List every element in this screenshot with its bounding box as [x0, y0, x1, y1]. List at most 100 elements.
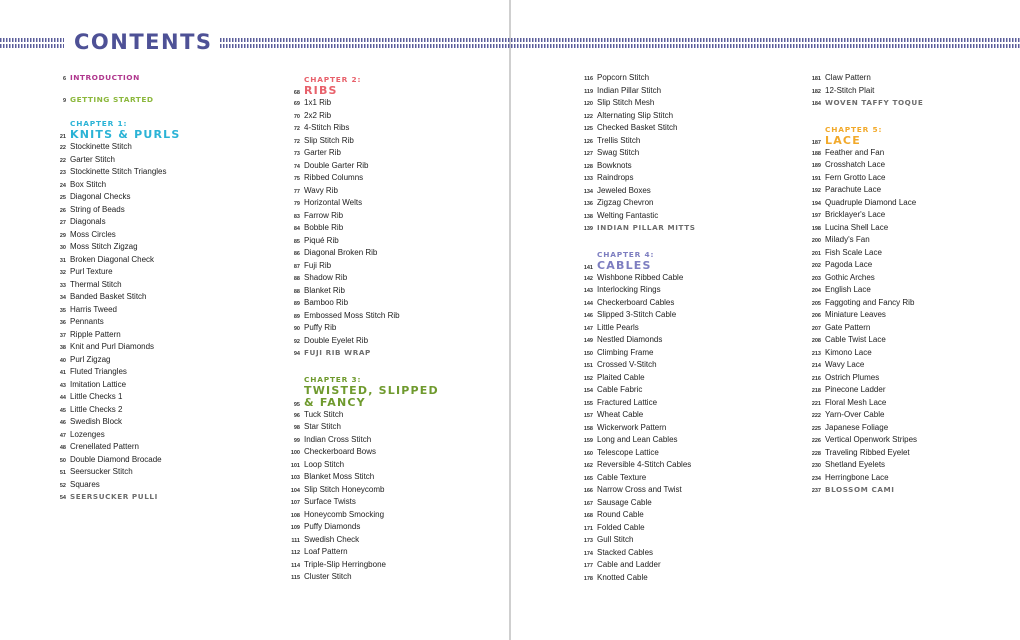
toc-entry[interactable]: 234 Herringbone Lace	[803, 472, 1020, 485]
toc-entry[interactable]: 136 Zigzag Chevron	[575, 197, 795, 210]
toc-entry[interactable]: 201 Fish Scale Lace	[803, 247, 1020, 260]
toc-entry[interactable]: 202 Pagoda Lace	[803, 259, 1020, 272]
chapter-1-heading[interactable]: CHAPTER 1: 21 KNITS & PURLS	[48, 118, 268, 141]
toc-entry[interactable]: 122 Alternating Slip Stitch	[575, 110, 795, 123]
toc-entry[interactable]: 33 Thermal Stitch	[48, 279, 268, 292]
toc-entry[interactable]: 147 Little Pearls	[575, 322, 795, 335]
chapter-3-heading[interactable]: CHAPTER 3: TWISTED, SLIPPED 95 & FANCY	[282, 374, 502, 409]
toc-entry[interactable]: 104 Slip Stitch Honeycomb	[282, 484, 502, 497]
toc-entry[interactable]: 197 Bricklayer's Lace	[803, 209, 1020, 222]
toc-entry[interactable]: 40 Purl Zigzag	[48, 354, 268, 367]
toc-entry[interactable]: 45 Little Checks 2	[48, 404, 268, 417]
toc-entry[interactable]: 159 Long and Lean Cables	[575, 434, 795, 447]
toc-entry[interactable]: 88 Shadow Rib	[282, 272, 502, 285]
toc-entry[interactable]: 115 Cluster Stitch	[282, 571, 502, 584]
toc-entry-project[interactable]: 139 INDIAN PILLAR MITTS	[575, 222, 795, 235]
toc-entry[interactable]: 221 Floral Mesh Lace	[803, 397, 1020, 410]
toc-entry[interactable]: 155 Fractured Lattice	[575, 397, 795, 410]
toc-entry[interactable]: 29 Moss Circles	[48, 229, 268, 242]
toc-entry[interactable]: 72 4-Stitch Ribs	[282, 122, 502, 135]
toc-entry[interactable]: 200 Milady's Fan	[803, 234, 1020, 247]
toc-entry[interactable]: 114 Triple-Slip Herringbone	[282, 559, 502, 572]
toc-entry[interactable]: 149 Nestled Diamonds	[575, 334, 795, 347]
toc-entry[interactable]: 171 Folded Cable	[575, 522, 795, 535]
toc-entry[interactable]: 177 Cable and Ladder	[575, 559, 795, 572]
toc-entry[interactable]: 89 Bamboo Rib	[282, 297, 502, 310]
toc-entry[interactable]: 51 Seersucker Stitch	[48, 466, 268, 479]
toc-entry[interactable]: 207 Gate Pattern	[803, 322, 1020, 335]
toc-entry[interactable]: 228 Traveling Ribbed Eyelet	[803, 447, 1020, 460]
toc-entry[interactable]: 86 Diagonal Broken Rib	[282, 247, 502, 260]
toc-entry[interactable]: 181 Claw Pattern	[803, 72, 1020, 85]
toc-entry[interactable]: 27 Diagonals	[48, 216, 268, 229]
toc-entry[interactable]: 38 Knit and Purl Diamonds	[48, 341, 268, 354]
toc-entry[interactable]: 189 Crosshatch Lace	[803, 159, 1020, 172]
toc-entry[interactable]: 188 Feather and Fan	[803, 147, 1020, 160]
toc-entry[interactable]: 73 Garter Rib	[282, 147, 502, 160]
toc-entry-project[interactable]: 54 SEERSUCKER PULLI	[48, 491, 268, 504]
toc-entry[interactable]: 52 Squares	[48, 479, 268, 492]
toc-entry[interactable]: 111 Swedish Check	[282, 534, 502, 547]
toc-entry[interactable]: 96 Tuck Stitch	[282, 409, 502, 422]
chapter-5-heading[interactable]: CHAPTER 5: 187 LACE	[803, 124, 1020, 147]
toc-entry[interactable]: 214 Wavy Lace	[803, 359, 1020, 372]
toc-entry[interactable]: 225 Japanese Foliage	[803, 422, 1020, 435]
toc-entry[interactable]: 160 Telescope Lattice	[575, 447, 795, 460]
toc-entry[interactable]: 230 Shetland Eyelets	[803, 459, 1020, 472]
toc-entry[interactable]: 206 Miniature Leaves	[803, 309, 1020, 322]
toc-entry[interactable]: 158 Wickerwork Pattern	[575, 422, 795, 435]
toc-entry-getting-started[interactable]: 9 GETTING STARTED	[48, 94, 268, 116]
toc-entry[interactable]: 88 Blanket Rib	[282, 285, 502, 298]
toc-entry[interactable]: 222 Yarn-Over Cable	[803, 409, 1020, 422]
toc-entry-project[interactable]: 94 FUJI RIB WRAP	[282, 347, 502, 360]
toc-entry[interactable]: 213 Kimono Lace	[803, 347, 1020, 360]
toc-entry[interactable]: 152 Plaited Cable	[575, 372, 795, 385]
toc-entry[interactable]: 162 Reversible 4-Stitch Cables	[575, 459, 795, 472]
toc-entry[interactable]: 90 Puffy Rib	[282, 322, 502, 335]
toc-entry[interactable]: 167 Sausage Cable	[575, 497, 795, 510]
toc-entry-introduction[interactable]: 6 INTRODUCTION	[48, 72, 268, 94]
toc-entry[interactable]: 34 Banded Basket Stitch	[48, 291, 268, 304]
toc-entry[interactable]: 174 Stacked Cables	[575, 547, 795, 560]
toc-entry[interactable]: 41 Fluted Triangles	[48, 366, 268, 379]
toc-entry[interactable]: 85 Piqué Rib	[282, 235, 502, 248]
toc-entry[interactable]: 142 Wishbone Ribbed Cable	[575, 272, 795, 285]
toc-entry[interactable]: 144 Checkerboard Cables	[575, 297, 795, 310]
toc-entry[interactable]: 36 Pennants	[48, 316, 268, 329]
toc-entry[interactable]: 218 Pinecone Ladder	[803, 384, 1020, 397]
toc-entry[interactable]: 83 Farrow Rib	[282, 210, 502, 223]
toc-entry[interactable]: 166 Narrow Cross and Twist	[575, 484, 795, 497]
toc-entry[interactable]: 191 Fern Grotto Lace	[803, 172, 1020, 185]
toc-entry[interactable]: 203 Gothic Arches	[803, 272, 1020, 285]
toc-entry[interactable]: 125 Checked Basket Stitch	[575, 122, 795, 135]
toc-entry[interactable]: 46 Swedish Block	[48, 416, 268, 429]
toc-entry[interactable]: 168 Round Cable	[575, 509, 795, 522]
toc-entry[interactable]: 103 Blanket Moss Stitch	[282, 471, 502, 484]
toc-entry[interactable]: 120 Slip Stitch Mesh	[575, 97, 795, 110]
toc-entry[interactable]: 87 Fuji Rib	[282, 260, 502, 273]
toc-entry-project[interactable]: 237 BLOSSOM CAMI	[803, 484, 1020, 497]
toc-entry[interactable]: 205 Faggoting and Fancy Rib	[803, 297, 1020, 310]
toc-entry[interactable]: 134 Jeweled Boxes	[575, 185, 795, 198]
toc-entry[interactable]: 84 Bobble Rib	[282, 222, 502, 235]
toc-entry[interactable]: 99 Indian Cross Stitch	[282, 434, 502, 447]
toc-entry[interactable]: 112 Loaf Pattern	[282, 546, 502, 559]
toc-entry[interactable]: 30 Moss Stitch Zigzag	[48, 241, 268, 254]
toc-entry[interactable]: 47 Lozenges	[48, 429, 268, 442]
toc-entry[interactable]: 138 Welting Fantastic	[575, 210, 795, 223]
toc-entry[interactable]: 98 Star Stitch	[282, 421, 502, 434]
toc-entry[interactable]: 89 Embossed Moss Stitch Rib	[282, 310, 502, 323]
chapter-4-heading[interactable]: CHAPTER 4: 141 CABLES	[575, 249, 795, 272]
toc-entry[interactable]: 70 2x2 Rib	[282, 110, 502, 123]
toc-entry[interactable]: 126 Trellis Stitch	[575, 135, 795, 148]
toc-entry[interactable]: 109 Puffy Diamonds	[282, 521, 502, 534]
toc-entry[interactable]: 119 Indian Pillar Stitch	[575, 85, 795, 98]
toc-entry[interactable]: 92 Double Eyelet Rib	[282, 335, 502, 348]
toc-entry[interactable]: 23 Stockinette Stitch Triangles	[48, 166, 268, 179]
toc-entry[interactable]: 204 English Lace	[803, 284, 1020, 297]
toc-entry[interactable]: 69 1x1 Rib	[282, 97, 502, 110]
toc-entry[interactable]: 192 Parachute Lace	[803, 184, 1020, 197]
toc-entry[interactable]: 22 Stockinette Stitch	[48, 141, 268, 154]
toc-entry[interactable]: 35 Harris Tweed	[48, 304, 268, 317]
toc-entry[interactable]: 32 Purl Texture	[48, 266, 268, 279]
